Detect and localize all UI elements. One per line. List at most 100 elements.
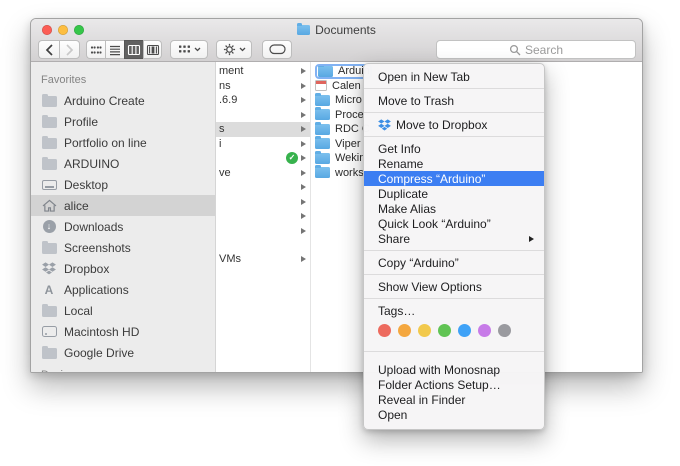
disclosure-arrow-icon <box>301 126 306 132</box>
column1-row[interactable] <box>216 108 310 123</box>
tag-button[interactable] <box>262 40 292 59</box>
column1-row[interactable] <box>216 180 310 195</box>
menu-item-move-to-trash[interactable]: Move to Trash <box>364 93 544 108</box>
finder-window: Documents <box>30 18 643 373</box>
blue-folder-icon <box>315 95 330 106</box>
sidebar-item-arduino[interactable]: ARDUINO <box>31 153 215 174</box>
blue-folder-icon <box>315 109 330 120</box>
column1-row[interactable]: i <box>216 137 310 152</box>
sidebar-item-desktop[interactable]: Desktop <box>31 174 215 195</box>
column1-row[interactable] <box>216 209 310 224</box>
gear-icon <box>223 43 236 56</box>
desktop-icon <box>42 180 57 190</box>
menu-item-reveal-in-finder[interactable]: Reveal in Finder <box>364 392 544 407</box>
column1-row[interactable] <box>216 224 310 239</box>
menu-item-move-to-dropbox[interactable]: Move to Dropbox <box>364 117 544 132</box>
menu-item-share[interactable]: Share <box>364 231 544 246</box>
sidebar-item-macintosh-hd[interactable]: Macintosh HD <box>31 321 215 342</box>
column1-row[interactable]: .6.9 <box>216 93 310 108</box>
tag-color-orange[interactable] <box>398 324 411 337</box>
menu-item-folder-actions-setup[interactable]: Folder Actions Setup… <box>364 377 544 392</box>
menu-item-duplicate[interactable]: Duplicate <box>364 186 544 201</box>
disclosure-arrow-icon <box>301 213 306 219</box>
menu-separator <box>364 88 544 89</box>
disclosure-arrow-icon <box>301 83 306 89</box>
applications-icon: A <box>45 284 54 296</box>
menu-separator <box>364 136 544 137</box>
column-view-icon <box>127 44 141 56</box>
menu-separator <box>364 298 544 299</box>
sidebar-section-favorites: Favorites <box>41 74 215 86</box>
list-view-icon <box>108 44 122 56</box>
folder-icon <box>42 306 57 317</box>
sidebar-item-local[interactable]: Local <box>31 300 215 321</box>
tag-color-red[interactable] <box>378 324 391 337</box>
disclosure-arrow-icon <box>301 141 306 147</box>
menu-item-make-alias[interactable]: Make Alias <box>364 201 544 216</box>
submenu-arrow-icon <box>529 236 534 242</box>
menu-separator <box>364 274 544 275</box>
chevron-down-icon <box>239 47 246 52</box>
back-button[interactable] <box>38 40 59 59</box>
column-view-button[interactable] <box>124 40 143 59</box>
arrange-icon <box>178 44 191 55</box>
menu-item-quick-look-arduino[interactable]: Quick Look “Arduino” <box>364 216 544 231</box>
sidebar-item-google-drive[interactable]: Google Drive <box>31 342 215 363</box>
column1-row[interactable] <box>216 195 310 210</box>
tag-color-blue[interactable] <box>458 324 471 337</box>
menu-item-show-view-options[interactable]: Show View Options <box>364 279 544 294</box>
tag-color-green[interactable] <box>438 324 451 337</box>
search-input[interactable]: Search <box>436 40 636 59</box>
icon-view-icon <box>89 44 103 56</box>
column1-row[interactable]: ns <box>216 79 310 94</box>
tag-color-dots <box>364 318 544 341</box>
disclosure-arrow-icon <box>301 170 306 176</box>
menu-item-compress-arduino[interactable]: Compress “Arduino” <box>364 171 544 186</box>
column1-row[interactable]: ment <box>216 64 310 79</box>
blue-folder-icon <box>315 124 330 135</box>
dropbox-icon <box>378 119 391 131</box>
menu-item-open[interactable]: Open <box>364 407 544 422</box>
disclosure-arrow-icon <box>301 68 306 74</box>
blue-folder-icon <box>315 167 330 178</box>
action-button[interactable] <box>216 40 252 59</box>
tag-color-yellow[interactable] <box>418 324 431 337</box>
icon-view-button[interactable] <box>86 40 105 59</box>
coverflow-view-button[interactable] <box>143 40 162 59</box>
sidebar-item-alice[interactable]: alice <box>31 195 215 216</box>
column1-row-vms[interactable]: VMs <box>216 252 310 267</box>
forward-button[interactable] <box>59 40 80 59</box>
search-placeholder: Search <box>525 43 563 57</box>
menu-item-get-info[interactable]: Get Info <box>364 141 544 156</box>
column1-row-selected[interactable]: s <box>216 122 310 137</box>
sidebar-item-portfolio-on-line[interactable]: Portfolio on line <box>31 132 215 153</box>
disclosure-arrow-icon <box>301 155 306 161</box>
sidebar-item-downloads[interactable]: ↓ Downloads <box>31 216 215 237</box>
tag-color-purple[interactable] <box>478 324 491 337</box>
sidebar-item-dropbox[interactable]: Dropbox <box>31 258 215 279</box>
menu-item-copy-arduino[interactable]: Copy “Arduino” <box>364 255 544 270</box>
list-view-button[interactable] <box>105 40 124 59</box>
menu-item-open-in-new-tab[interactable]: Open in New Tab <box>364 69 544 84</box>
blue-folder-icon <box>315 138 330 149</box>
downloads-icon: ↓ <box>43 220 56 233</box>
sidebar-item-applications[interactable]: A Applications <box>31 279 215 300</box>
disclosure-arrow-icon <box>301 112 306 118</box>
menu-separator <box>364 250 544 251</box>
sidebar-item-arduino-create[interactable]: Arduino Create <box>31 90 215 111</box>
green-sync-check-icon: ✓ <box>286 152 298 164</box>
tag-color-gray[interactable] <box>498 324 511 337</box>
column1-row[interactable]: ✓ <box>216 151 310 166</box>
arrange-button[interactable] <box>170 40 208 59</box>
home-icon <box>42 199 57 212</box>
disclosure-arrow-icon <box>301 199 306 205</box>
disclosure-arrow-icon <box>301 256 306 262</box>
menu-item-upload-with-monosnap[interactable]: Upload with Monosnap <box>364 362 544 377</box>
sidebar-item-profile[interactable]: Profile <box>31 111 215 132</box>
dropbox-icon <box>42 262 56 275</box>
disclosure-arrow-icon <box>301 184 306 190</box>
menu-item-rename[interactable]: Rename <box>364 156 544 171</box>
column1-row[interactable]: ve <box>216 166 310 181</box>
menu-item-tags[interactable]: Tags… <box>364 303 544 318</box>
sidebar-item-screenshots[interactable]: Screenshots <box>31 237 215 258</box>
